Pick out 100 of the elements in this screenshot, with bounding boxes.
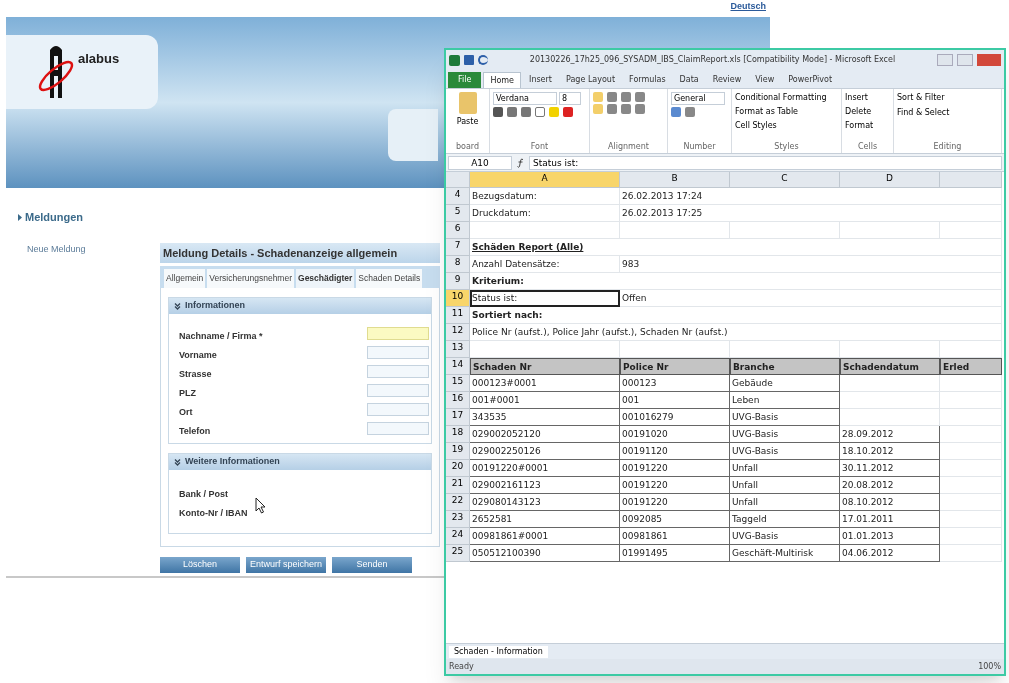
sheet-cell: 050512100390 (470, 545, 620, 562)
font-name-field[interactable]: Verdana (493, 92, 557, 105)
ribbon-tab[interactable]: View (749, 72, 781, 88)
sheet-cell: 26.02.2013 17:25 (620, 205, 1002, 222)
font-size-field[interactable]: 8 (559, 92, 581, 105)
row-number[interactable]: 7 (446, 239, 470, 256)
editing-button[interactable]: Sort & Filter (897, 92, 998, 104)
tab[interactable]: Geschädigter (296, 269, 355, 288)
ribbon-tab[interactable]: Page Layout (559, 72, 622, 88)
row-number[interactable]: 16 (446, 392, 470, 409)
tab[interactable]: Allgemein (164, 269, 206, 288)
row-number[interactable]: 22 (446, 494, 470, 511)
spreadsheet-app-icon[interactable] (449, 54, 460, 66)
number-format-field[interactable]: General (671, 92, 725, 105)
input-field[interactable] (367, 327, 429, 340)
sidebar-item[interactable]: Neue Meldung (27, 242, 160, 256)
sheet-cell (940, 426, 1002, 443)
name-box[interactable]: A10 (448, 155, 512, 170)
row-number[interactable]: 17 (446, 409, 470, 426)
sheet-cell: 00191020 (620, 426, 730, 443)
styles-button[interactable]: Cell Styles (735, 120, 838, 132)
row-number[interactable]: 21 (446, 477, 470, 494)
file-tab[interactable]: File (448, 72, 482, 88)
input-field[interactable] (367, 346, 429, 359)
language-link[interactable]: Deutsch (730, 0, 766, 14)
editing-button[interactable]: Find & Select (897, 107, 998, 119)
sheet-cell: 20.08.2012 (840, 477, 940, 494)
triangle-icon (18, 213, 22, 221)
section-title: Informationen (185, 299, 245, 313)
cells-button[interactable]: Format (845, 120, 890, 132)
double-chevron-icon (174, 458, 181, 466)
row-number[interactable]: 6 (446, 222, 470, 239)
ribbon-tab[interactable]: Home (483, 72, 521, 88)
row-number[interactable]: 5 (446, 205, 470, 222)
section-header[interactable]: Informationen (169, 298, 431, 314)
input-field[interactable] (367, 365, 429, 378)
sheet-cell: 000123#0001 (470, 375, 620, 392)
sheet-cell: 0092085 (620, 511, 730, 528)
sheet-cell: Schäden Report (Alle) (470, 239, 1002, 256)
sheet-cell: Anzahl Datensätze: (470, 256, 620, 273)
ribbon-tab[interactable]: Data (673, 72, 705, 88)
row-number[interactable]: 12 (446, 324, 470, 341)
column-header[interactable]: B (620, 172, 730, 188)
cells-button[interactable]: Insert (845, 92, 890, 104)
input-field[interactable] (367, 422, 429, 435)
row-number[interactable]: 4 (446, 188, 470, 205)
ribbon-tab[interactable]: PowerPivot (782, 72, 839, 88)
ribbon-group-label: Styles (773, 141, 800, 153)
action-button[interactable]: Löschen (160, 557, 240, 573)
row-number[interactable]: 23 (446, 511, 470, 528)
row-number[interactable]: 13 (446, 341, 470, 358)
row-number[interactable]: 18 (446, 426, 470, 443)
input-field[interactable] (367, 384, 429, 397)
styles-button[interactable]: Format as Table (735, 106, 838, 118)
row-number[interactable]: 24 (446, 528, 470, 545)
section-header[interactable]: Weitere Informationen (169, 454, 431, 470)
sheet-cell: 01991495 (620, 545, 730, 562)
column-header[interactable]: C (730, 172, 840, 188)
tab[interactable]: Versicherungsnehmer (207, 269, 294, 288)
tab[interactable]: Schaden Details (356, 269, 423, 288)
row-number[interactable]: 11 (446, 307, 470, 324)
ribbon-group-label: Cells (856, 141, 879, 153)
sheet-cell: 08.10.2012 (840, 494, 940, 511)
function-icon[interactable] (516, 157, 525, 168)
maximize-button[interactable] (957, 54, 973, 66)
sheet-cell: Erled (940, 358, 1002, 375)
sheet-cell: 00191220 (620, 477, 730, 494)
styles-button[interactable]: Conditional Formatting (735, 92, 838, 104)
sheet-cell (940, 375, 1002, 392)
row-number[interactable]: 10 (446, 290, 470, 307)
ribbon-tab[interactable]: Insert (523, 72, 558, 88)
ribbon-tab[interactable]: Review (706, 72, 748, 88)
row-number[interactable]: 8 (446, 256, 470, 273)
field-label: Strasse (179, 368, 212, 379)
input-field[interactable] (367, 403, 429, 416)
minimize-button[interactable] (937, 54, 953, 66)
column-header[interactable]: A (470, 172, 620, 188)
formula-field[interactable]: Status ist: (529, 155, 1002, 170)
corner-cell[interactable] (446, 172, 470, 188)
paste-label[interactable]: Paste (449, 116, 486, 128)
ribbon-tab[interactable]: Formulas (623, 72, 672, 88)
row-number[interactable]: 19 (446, 443, 470, 460)
ribbon-group-label: board (454, 141, 481, 153)
row-number[interactable]: 25 (446, 545, 470, 562)
logo-text: alabus (78, 50, 120, 68)
field-label: Nachname / Firma * (179, 330, 263, 341)
cells-button[interactable]: Delete (845, 106, 890, 118)
section-title: Weitere Informationen (185, 455, 280, 469)
column-header[interactable]: D (840, 172, 940, 188)
row-number[interactable]: 9 (446, 273, 470, 290)
column-header[interactable] (940, 172, 1002, 188)
row-number[interactable]: 14 (446, 358, 470, 375)
status-text: Ready (449, 660, 474, 673)
row-number[interactable]: 20 (446, 460, 470, 477)
undo-icon[interactable] (478, 55, 488, 65)
paste-icon[interactable] (458, 92, 477, 114)
row-number[interactable]: 15 (446, 375, 470, 392)
sheet-cell: Sortiert nach: (470, 307, 1002, 324)
zoom-level: 100% (978, 660, 1001, 673)
sheet-tab[interactable]: Schaden - Information (449, 645, 548, 658)
